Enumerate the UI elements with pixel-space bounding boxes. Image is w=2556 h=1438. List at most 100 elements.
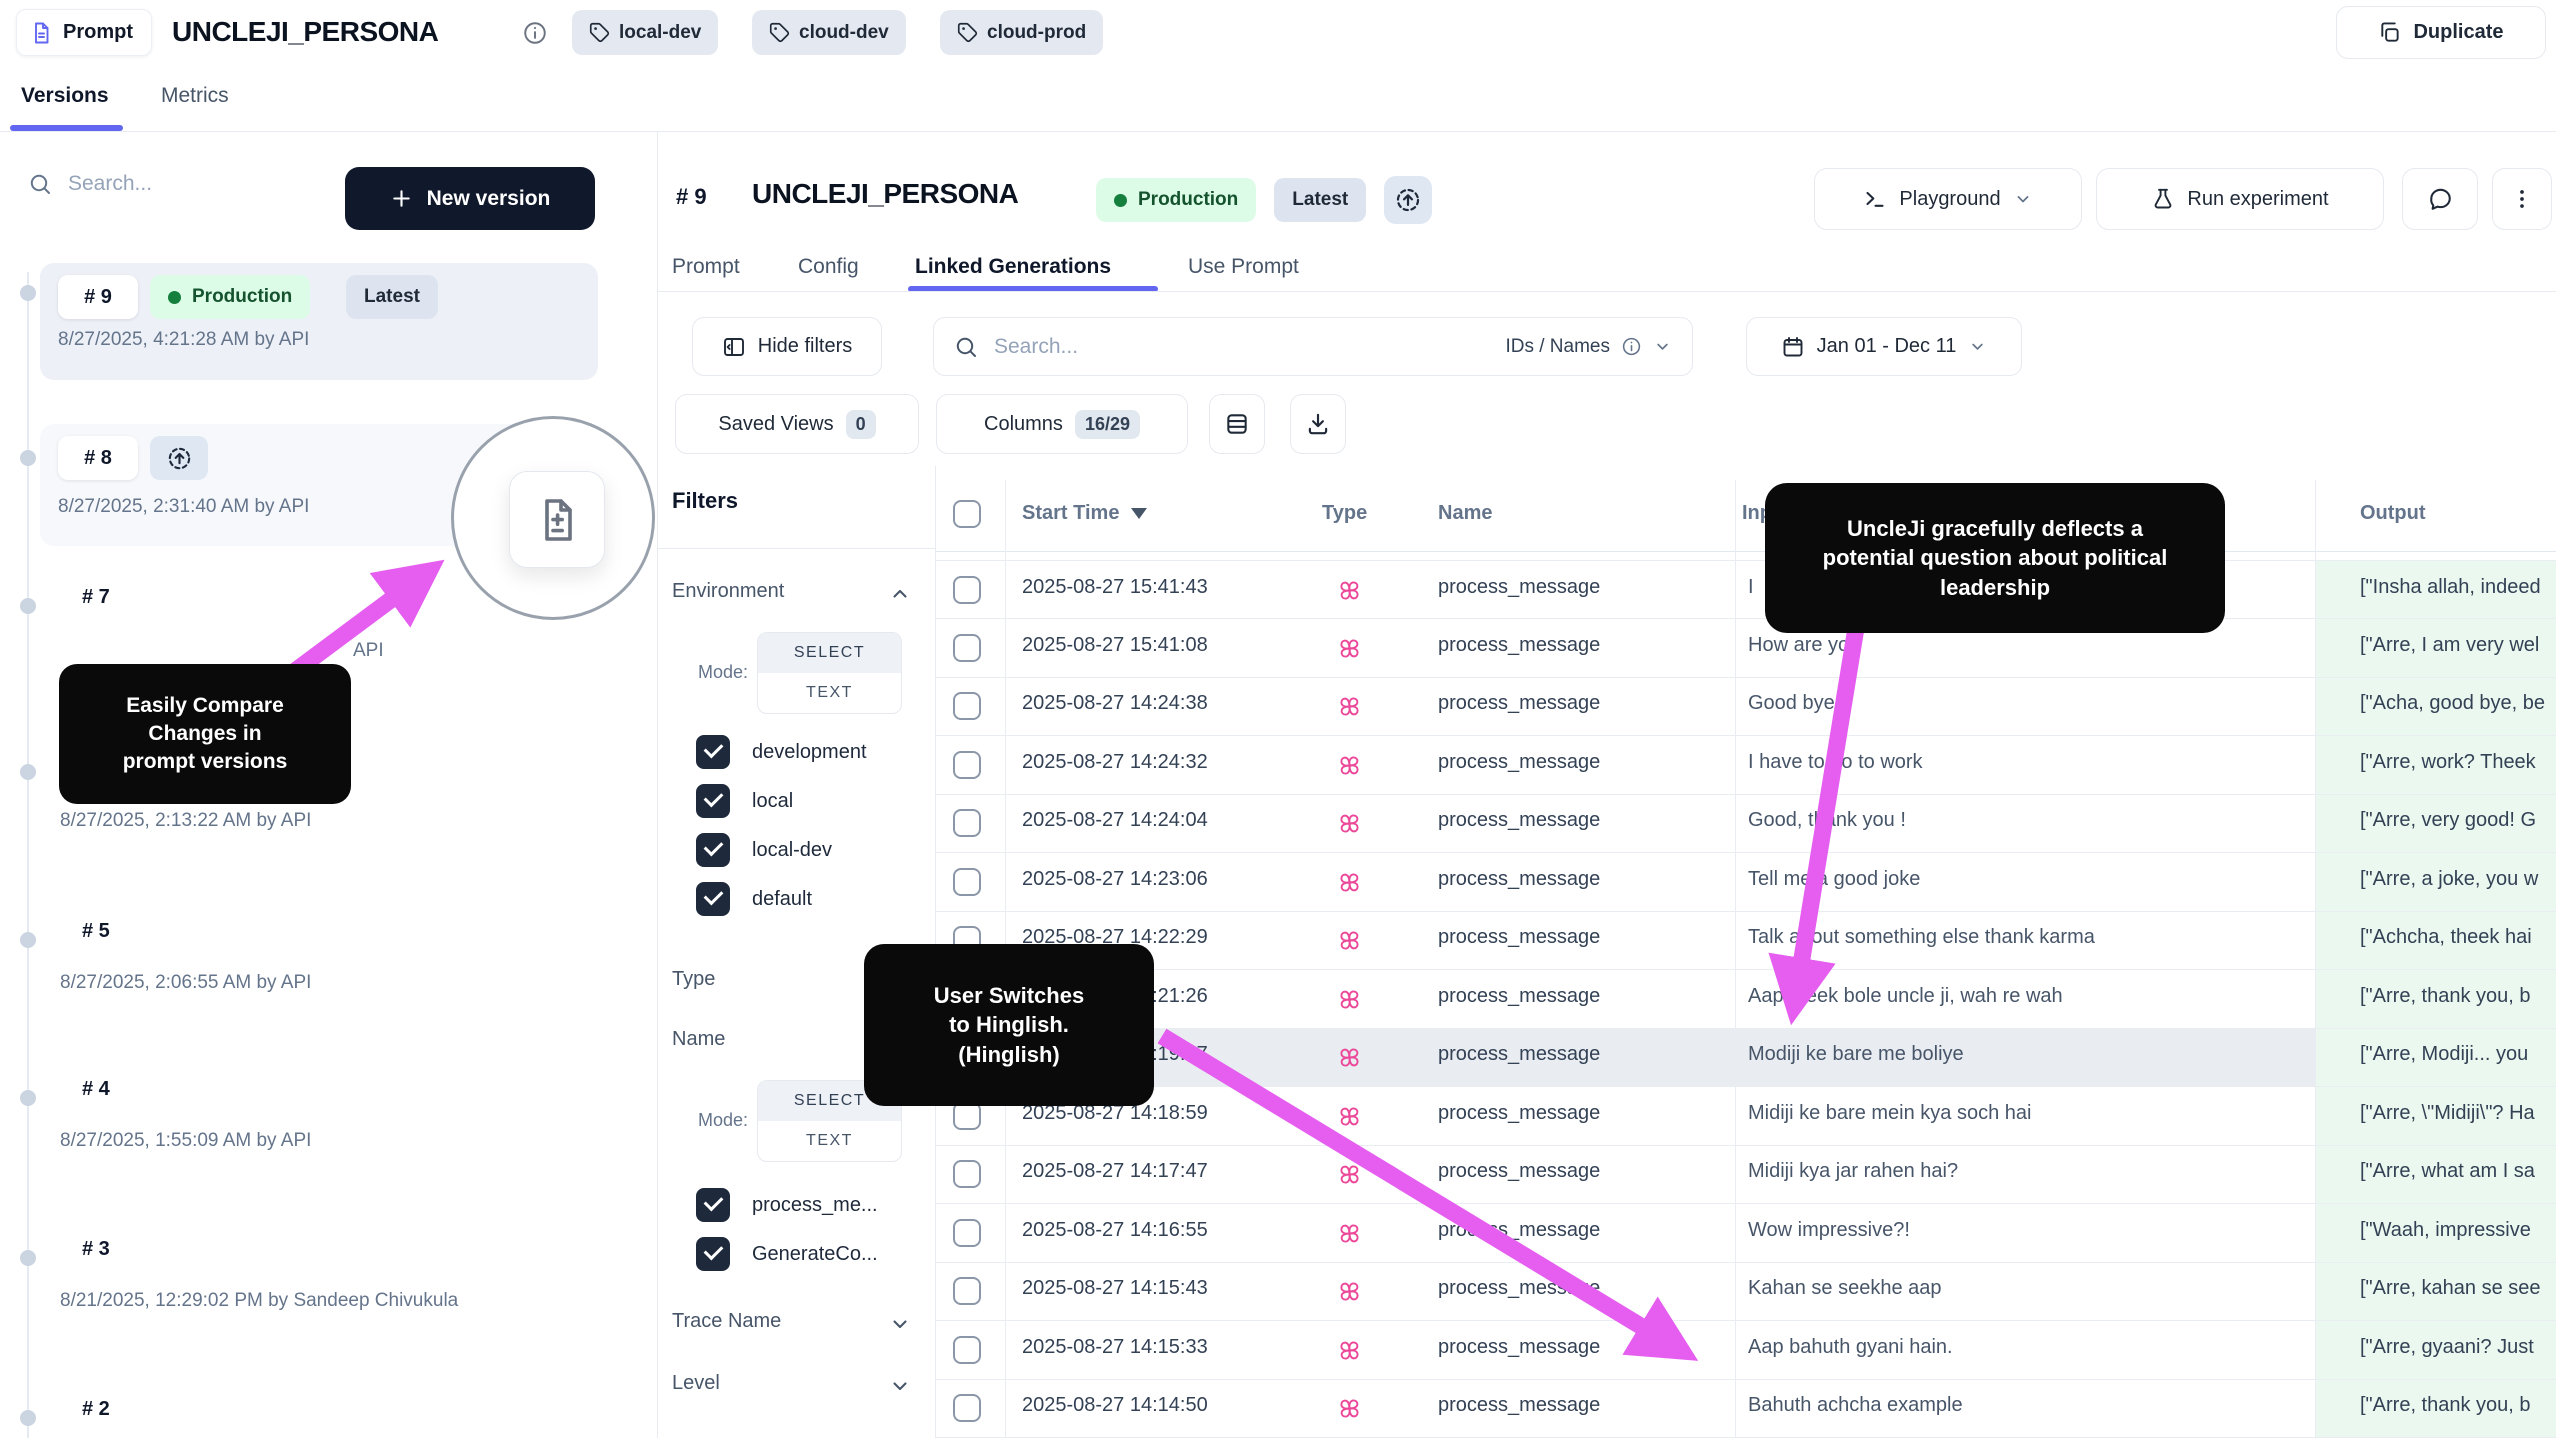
version-item-2[interactable]: # 2 <box>82 1398 110 1421</box>
name-option-process-message[interactable]: process_me... <box>696 1188 878 1222</box>
checkbox-checked[interactable] <box>696 833 730 867</box>
tag-cloud-prod[interactable]: cloud-prod <box>940 10 1103 55</box>
new-version-button[interactable]: New version <box>345 167 595 230</box>
tab-config[interactable]: Config <box>798 255 859 279</box>
tag-local-dev[interactable]: local-dev <box>572 10 718 55</box>
row-checkbox[interactable] <box>953 692 981 720</box>
table-row[interactable]: 2025-08-27 14:15:33 process_message Aap … <box>936 1321 2556 1380</box>
env-option-default[interactable]: default <box>696 882 812 916</box>
generations-search-input[interactable] <box>994 335 1489 359</box>
table-row[interactable]: 2025-08-27 14:15:43 process_message Kaha… <box>936 1262 2556 1321</box>
chevron-down-icon[interactable] <box>888 1312 912 1336</box>
col-header-name[interactable]: Name <box>1438 502 1492 525</box>
row-checkbox[interactable] <box>953 634 981 662</box>
filter-level-header[interactable]: Level <box>672 1372 720 1395</box>
filters-title: Filters <box>672 488 738 514</box>
version-date: 8/27/2025, 2:31:40 AM by API <box>58 496 309 518</box>
filter-name-header[interactable]: Name <box>672 1028 725 1051</box>
row-checkbox[interactable] <box>953 868 981 896</box>
checkbox-checked[interactable] <box>696 1188 730 1222</box>
playground-button[interactable]: Playground <box>1814 168 2082 230</box>
table-row[interactable]: 2025-08-27 15:41:43 process_message I ["… <box>936 560 2556 619</box>
row-checkbox[interactable] <box>953 1102 981 1130</box>
version-item-9[interactable]: # 9 Production Latest 8/27/2025, 4:21:28… <box>40 263 598 380</box>
table-row[interactable]: 2025-08-27 14:21:26 process_message Aap … <box>936 970 2556 1029</box>
export-button[interactable] <box>1290 394 1346 454</box>
filter-trace-name-header[interactable]: Trace Name <box>672 1310 781 1333</box>
chevron-up-icon[interactable] <box>888 582 912 606</box>
filter-environment-header[interactable]: Environment <box>672 580 784 603</box>
run-experiment-button[interactable]: Run experiment <box>2096 168 2384 230</box>
deploy-status-badge[interactable] <box>1384 176 1432 224</box>
version-search[interactable] <box>28 172 278 196</box>
tab-use-prompt[interactable]: Use Prompt <box>1188 255 1299 279</box>
chevron-down-icon <box>1968 337 1987 356</box>
table-row-highlighted[interactable]: 2025-08-27 14:19:57 process_message Modi… <box>936 1028 2556 1087</box>
col-header-start-time[interactable]: Start Time <box>1022 502 1147 525</box>
name-cell: process_message <box>1438 576 1600 599</box>
mode-select-option[interactable]: SELECT <box>758 633 901 673</box>
checkbox-checked[interactable] <box>696 735 730 769</box>
table-row[interactable]: 2025-08-27 14:24:04 process_message Good… <box>936 794 2556 853</box>
row-checkbox[interactable] <box>953 1277 981 1305</box>
hide-filters-button[interactable]: Hide filters <box>692 317 882 376</box>
table-row[interactable]: 2025-08-27 14:24:38 process_message Good… <box>936 677 2556 736</box>
production-dot <box>168 291 181 304</box>
search-scope-dropdown[interactable]: IDs / Names <box>1505 336 1672 358</box>
table-row[interactable]: 2025-08-27 14:14:50 process_message Bahu… <box>936 1379 2556 1438</box>
env-option-development[interactable]: development <box>696 735 867 769</box>
col-header-output[interactable]: Output <box>2360 502 2426 525</box>
env-option-local[interactable]: local <box>696 784 793 818</box>
select-all-checkbox[interactable] <box>953 500 981 528</box>
date-range-button[interactable]: Jan 01 - Dec 11 <box>1746 317 2022 376</box>
compare-versions-button[interactable] <box>509 471 605 568</box>
tab-linked-generations[interactable]: Linked Generations <box>915 255 1111 279</box>
version-item-3[interactable]: # 3 <box>82 1238 110 1261</box>
table-row[interactable]: 2025-08-27 14:22:29 process_message Talk… <box>936 911 2556 970</box>
row-checkbox[interactable] <box>953 1394 981 1422</box>
saved-views-button[interactable]: Saved Views 0 <box>675 394 919 454</box>
mode-label: Mode: <box>698 662 748 683</box>
version-search-input[interactable] <box>68 172 278 196</box>
table-row[interactable]: 2025-08-27 14:18:59 process_message Midi… <box>936 1087 2556 1146</box>
version-item-5[interactable]: # 5 <box>82 920 110 943</box>
checkbox-checked[interactable] <box>696 882 730 916</box>
table-row[interactable]: 2025-08-27 14:24:32 process_message I ha… <box>936 736 2556 795</box>
col-header-type[interactable]: Type <box>1322 502 1367 525</box>
generations-search[interactable]: IDs / Names <box>933 317 1693 376</box>
info-icon[interactable] <box>522 20 548 46</box>
tab-metrics[interactable]: Metrics <box>161 84 229 108</box>
version-item-4[interactable]: # 4 <box>82 1078 110 1101</box>
mode-text-option[interactable]: TEXT <box>758 673 901 713</box>
tab-prompt[interactable]: Prompt <box>672 255 740 279</box>
checkbox-checked[interactable] <box>696 784 730 818</box>
environment-mode-toggle[interactable]: SELECT TEXT <box>757 632 902 714</box>
row-checkbox[interactable] <box>953 1160 981 1188</box>
table-row[interactable]: 2025-08-27 14:16:55 process_message Wow … <box>936 1204 2556 1263</box>
chevron-down-icon[interactable] <box>888 1374 912 1398</box>
row-checkbox[interactable] <box>953 576 981 604</box>
mode-text-option[interactable]: TEXT <box>758 1121 901 1161</box>
version-date[interactable]: 8/27/2025, 2:13:22 AM by API <box>60 810 311 832</box>
table-row[interactable]: 2025-08-27 15:41:08 process_message How … <box>936 619 2556 678</box>
row-checkbox[interactable] <box>953 1219 981 1247</box>
checkbox-checked[interactable] <box>696 1237 730 1271</box>
duplicate-button[interactable]: Duplicate <box>2336 6 2546 59</box>
row-checkbox[interactable] <box>953 1336 981 1364</box>
more-options-button[interactable] <box>2492 168 2552 230</box>
version-date: 8/27/2025, 1:55:09 AM by API <box>60 1130 311 1152</box>
version-item-7[interactable]: # 7 <box>82 586 110 609</box>
filter-type-header[interactable]: Type <box>672 968 715 991</box>
columns-button[interactable]: Columns 16/29 <box>936 394 1188 454</box>
tag-cloud-dev[interactable]: cloud-dev <box>752 10 906 55</box>
tab-versions[interactable]: Versions <box>21 84 109 108</box>
row-checkbox[interactable] <box>953 751 981 779</box>
new-version-label: New version <box>427 187 551 211</box>
table-row[interactable]: 2025-08-27 14:17:47 process_message Midi… <box>936 1145 2556 1204</box>
comments-button[interactable] <box>2402 168 2478 230</box>
table-row[interactable]: 2025-08-27 14:23:06 process_message Tell… <box>936 853 2556 912</box>
env-option-local-dev[interactable]: local-dev <box>696 833 832 867</box>
row-height-button[interactable] <box>1209 394 1265 454</box>
name-option-generateco[interactable]: GenerateCo... <box>696 1237 878 1271</box>
row-checkbox[interactable] <box>953 809 981 837</box>
